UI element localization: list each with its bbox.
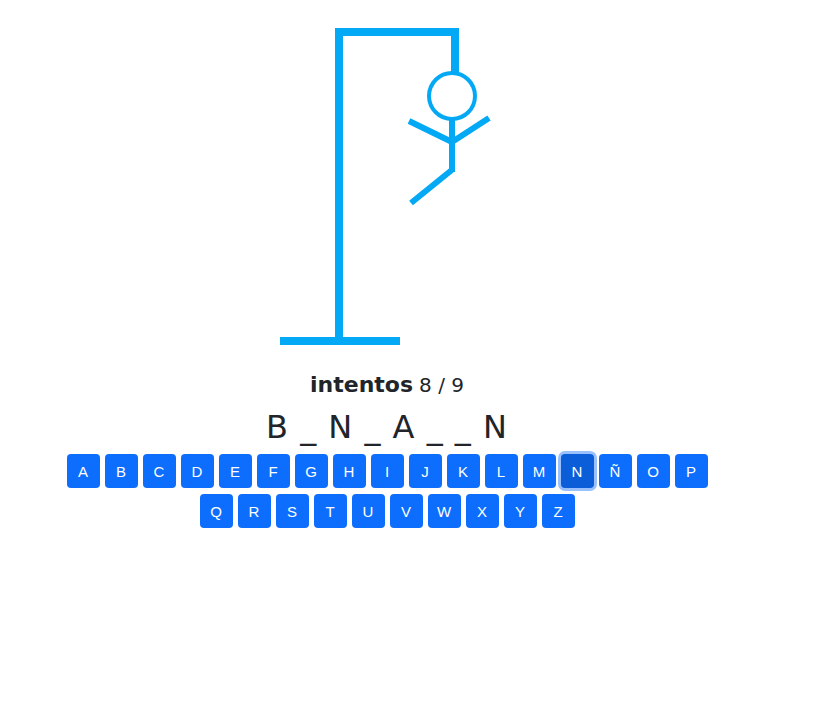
letter-key[interactable]: P bbox=[675, 454, 708, 488]
letter-key[interactable]: S bbox=[276, 494, 309, 528]
letter-key[interactable]: B bbox=[105, 454, 138, 488]
attempts-label: intentos bbox=[310, 372, 413, 397]
right-arm-icon bbox=[452, 118, 489, 142]
letter-key[interactable]: D bbox=[181, 454, 214, 488]
body-icon bbox=[449, 119, 455, 172]
letter-key[interactable]: H bbox=[333, 454, 366, 488]
left-leg-icon bbox=[411, 169, 453, 203]
letter-key[interactable]: L bbox=[485, 454, 518, 488]
hangman-game: intentos8 / 9 B _ N _ A _ _ N ABCDEFGHIJKL… bbox=[0, 0, 774, 528]
letter-key[interactable]: T bbox=[314, 494, 347, 528]
letter-key[interactable]: W bbox=[428, 494, 461, 528]
keyboard: ABCDEFGHIJKLMNÑOP QRSTUVWXYZ bbox=[67, 454, 708, 528]
gallows-icon bbox=[0, 0, 774, 362]
letter-key[interactable]: C bbox=[143, 454, 176, 488]
letter-key[interactable]: V bbox=[390, 494, 423, 528]
left-arm-icon bbox=[409, 121, 452, 142]
letter-key[interactable]: X bbox=[466, 494, 499, 528]
letter-key[interactable]: O bbox=[637, 454, 670, 488]
letter-key[interactable]: U bbox=[352, 494, 385, 528]
attempts: intentos8 / 9 bbox=[310, 372, 464, 402]
letter-key[interactable]: K bbox=[447, 454, 480, 488]
word-display: B _ N _ A _ _ N bbox=[266, 408, 508, 448]
letter-key[interactable]: Z bbox=[542, 494, 575, 528]
letter-key[interactable]: Y bbox=[504, 494, 537, 528]
key-row: QRSTUVWXYZ bbox=[200, 494, 575, 528]
letter-key[interactable]: E bbox=[219, 454, 252, 488]
letter-key[interactable]: R bbox=[238, 494, 271, 528]
attempts-count: 8 / 9 bbox=[419, 373, 464, 397]
head-icon bbox=[429, 73, 475, 119]
letter-key[interactable]: J bbox=[409, 454, 442, 488]
letter-key[interactable]: N bbox=[561, 454, 594, 488]
letter-key[interactable]: F bbox=[257, 454, 290, 488]
letter-key[interactable]: M bbox=[523, 454, 556, 488]
letter-key[interactable]: A bbox=[67, 454, 100, 488]
letter-key[interactable]: Ñ bbox=[599, 454, 632, 488]
letter-key[interactable]: I bbox=[371, 454, 404, 488]
key-row: ABCDEFGHIJKLMNÑOP bbox=[67, 454, 708, 488]
letter-key[interactable]: G bbox=[295, 454, 328, 488]
letter-key[interactable]: Q bbox=[200, 494, 233, 528]
